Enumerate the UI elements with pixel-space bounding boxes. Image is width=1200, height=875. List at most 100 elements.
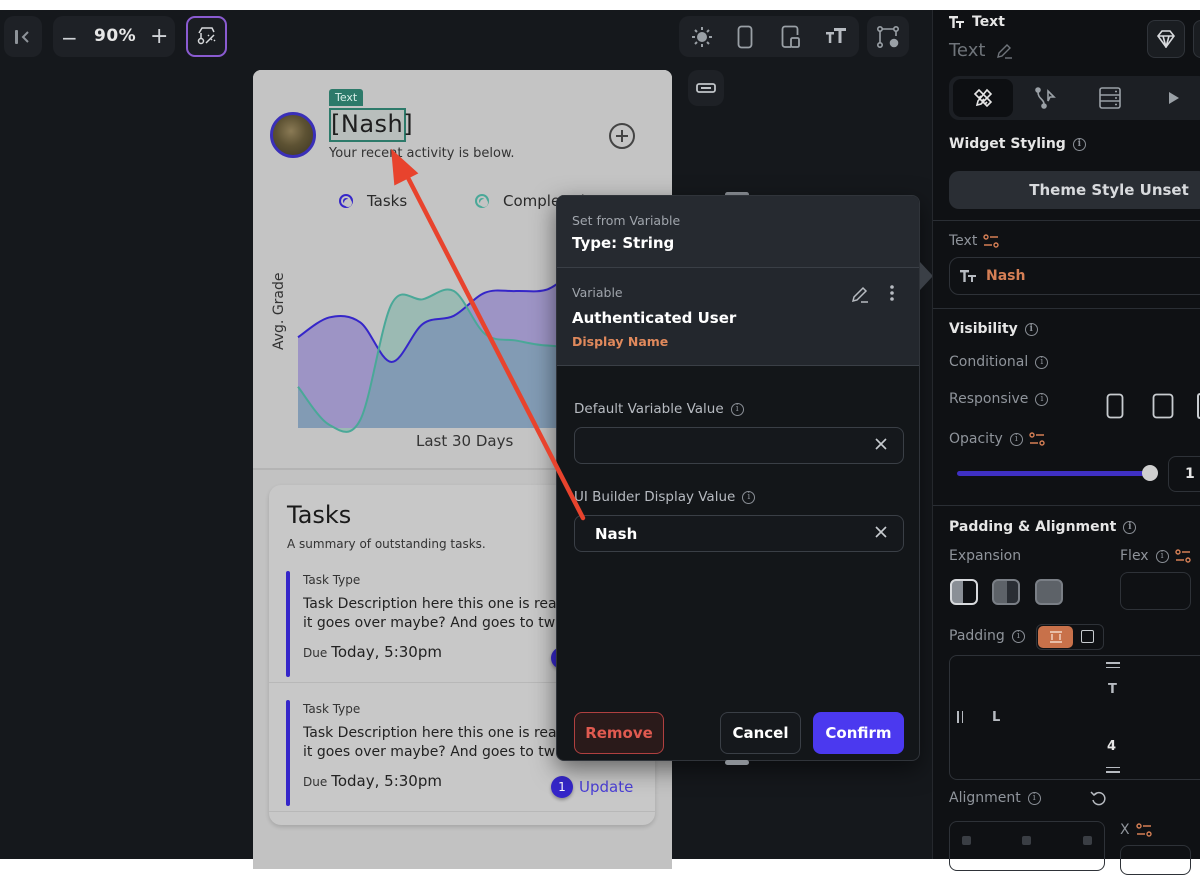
tab-properties[interactable]	[953, 79, 1013, 117]
padding-sides-icon	[1049, 631, 1062, 643]
phone-icon[interactable]	[737, 25, 753, 49]
ai-generate-icon	[196, 25, 218, 47]
task-count-badge: 1	[551, 776, 573, 798]
clear-icon[interactable]	[875, 438, 887, 450]
info-icon: i	[1027, 791, 1041, 805]
padding-top-label[interactable]: T	[1108, 682, 1117, 697]
default-value-input[interactable]	[574, 427, 904, 464]
info-icon: i	[1155, 549, 1169, 563]
task-update-link[interactable]: Update	[579, 778, 633, 796]
canvas-settings-button[interactable]	[867, 16, 909, 57]
task-due: Due Today, 5:30pm	[303, 772, 442, 790]
text-scale-icon[interactable]	[825, 26, 847, 46]
legend-tasks-dot	[339, 194, 353, 208]
variable-field: Display Name	[572, 334, 669, 349]
opacity-slider-track[interactable]	[957, 471, 1151, 476]
dialog-header-label: Set from Variable	[572, 213, 681, 228]
x-alignment-input[interactable]	[1120, 845, 1191, 875]
task-accent-bar	[286, 700, 290, 806]
user-name-text[interactable]: [Nash]	[331, 110, 413, 138]
dialog-header: Set from Variable Type: String	[557, 196, 919, 268]
edit-variable-icon[interactable]	[850, 284, 870, 304]
x-alignment-label: X	[1120, 822, 1152, 838]
padding-top-handle[interactable]	[1106, 662, 1120, 668]
text-value-field[interactable]: Nash	[949, 257, 1200, 295]
builder-value-input[interactable]: Nash	[574, 515, 904, 552]
padding-label: Padding i	[949, 628, 1025, 644]
confirm-button[interactable]: Confirm	[813, 712, 904, 754]
widget-type-heading: Text	[949, 14, 1005, 30]
expansion-shrink-button[interactable]	[992, 579, 1020, 605]
play-icon	[1169, 92, 1179, 104]
alignment-dot[interactable]	[1022, 836, 1031, 845]
info-icon: i	[1072, 137, 1086, 151]
dialog-type: Type: String	[572, 234, 675, 252]
tune-icon	[1135, 823, 1152, 837]
opacity-input[interactable]: 1	[1168, 456, 1200, 492]
legend-tasks: Tasks	[339, 192, 407, 210]
widget-name[interactable]: Text	[949, 40, 1013, 61]
cancel-button[interactable]: Cancel	[720, 712, 801, 754]
collapse-panel-button[interactable]	[4, 16, 42, 57]
tablet-icon	[1152, 393, 1174, 419]
zoom-in-button[interactable]: +	[150, 24, 168, 49]
expansion-fill-button[interactable]	[1035, 579, 1063, 605]
premium-button[interactable]	[1147, 20, 1185, 58]
widget-toggle-button[interactable]	[688, 70, 724, 106]
remove-button[interactable]: Remove	[574, 712, 664, 754]
legend-tasks-label: Tasks	[367, 192, 408, 210]
tasks-subtitle: A summary of outstanding tasks.	[287, 537, 486, 551]
padding-left-label[interactable]: L	[992, 710, 1000, 725]
theme-style-button[interactable]: Theme Style Unset	[949, 171, 1200, 209]
info-icon: i	[1024, 322, 1038, 336]
tab-actions[interactable]	[1016, 79, 1076, 117]
task-due: Due Today, 5:30pm	[303, 643, 442, 661]
padding-editor: T L 4	[949, 655, 1200, 780]
padding-bottom-value[interactable]: 4	[1107, 739, 1116, 754]
zoom-level: 90%	[94, 26, 137, 46]
variable-section: Variable Authenticated User Display Name	[557, 268, 919, 366]
padding-individual-button[interactable]	[1038, 626, 1073, 648]
expansion-fit-button[interactable]	[950, 579, 978, 605]
responsive-phone-toggle[interactable]	[1106, 393, 1124, 423]
zoom-out-button[interactable]: −	[61, 26, 78, 50]
reset-alignment-icon[interactable]	[1090, 790, 1108, 812]
avatar[interactable]	[270, 112, 316, 158]
alignment-dot[interactable]	[962, 836, 971, 845]
info-icon: i	[1035, 355, 1049, 369]
tune-icon	[1029, 432, 1045, 446]
popup-resize-handle-bottom[interactable]	[725, 760, 749, 765]
more-panel-button[interactable]	[1193, 20, 1200, 58]
padding-alignment-heading: Padding & Alignment i	[949, 519, 1137, 535]
add-button[interactable]	[608, 122, 636, 150]
more-options-icon[interactable]	[889, 284, 895, 302]
responsive-tablet-toggle[interactable]	[1152, 393, 1174, 423]
builder-value-label: UI Builder Display Value i	[574, 489, 756, 505]
device-toolbar	[679, 16, 859, 57]
padding-left-handle[interactable]	[957, 711, 963, 723]
app-window: − 90% + Text [Nash] Your recent activity…	[0, 10, 1200, 875]
flex-input[interactable]	[1120, 572, 1191, 610]
tune-icon	[983, 234, 1000, 248]
tab-backend[interactable]	[1080, 79, 1140, 117]
light-mode-icon[interactable]	[691, 26, 713, 48]
alignment-grid[interactable]	[949, 821, 1105, 871]
visibility-heading: Visibility i	[949, 321, 1038, 337]
x-axis-label: Last 30 Days	[416, 432, 514, 450]
widget-styling-heading: Widget Styling i	[949, 136, 1086, 152]
padding-uniform-button[interactable]	[1081, 630, 1094, 643]
tablet-phone-icon[interactable]	[781, 25, 801, 49]
properties-panel: Text Text Widget Styling i Theme Style U…	[932, 10, 1200, 875]
clear-icon[interactable]	[875, 526, 887, 538]
conditional-label[interactable]: Conditional i	[949, 354, 1049, 370]
tasks-title: Tasks	[287, 501, 352, 529]
tab-preview[interactable]	[1144, 79, 1200, 117]
ai-generate-button[interactable]	[186, 16, 227, 57]
selection-tag: Text	[329, 89, 364, 106]
flow-cursor-icon	[1035, 87, 1056, 109]
task-accent-bar	[286, 571, 290, 677]
padding-bottom-handle[interactable]	[1106, 767, 1120, 773]
alignment-dot[interactable]	[1083, 836, 1092, 845]
opacity-slider-handle[interactable]	[1142, 465, 1158, 481]
widget-toggle-icon	[696, 82, 716, 94]
